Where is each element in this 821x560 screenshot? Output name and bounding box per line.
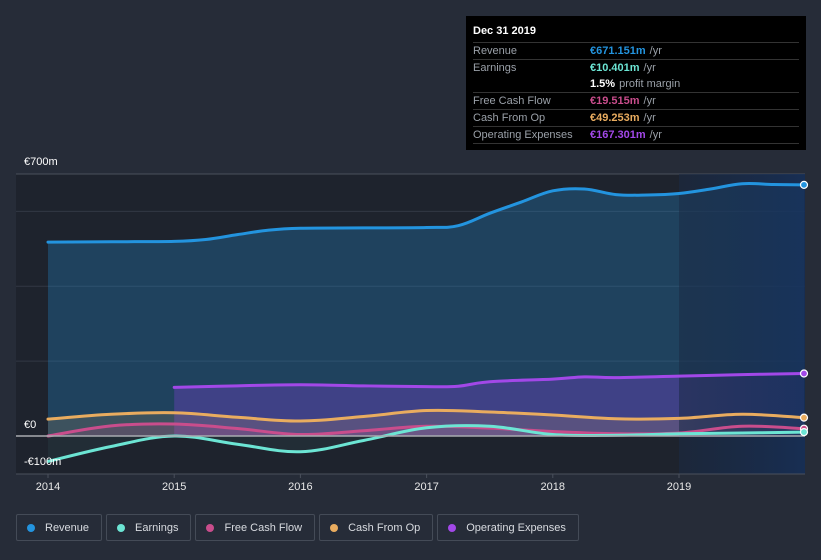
tooltip-row-cfo: Cash From Op €49.253m /yr: [473, 110, 799, 127]
tooltip-value: €10.401m: [590, 62, 640, 74]
tooltip-unit: profit margin: [619, 78, 681, 90]
earnings-dot-icon: [117, 523, 126, 532]
y-tick-label-bottom: -€100m: [24, 456, 62, 468]
x-tick-label: 2015: [161, 481, 187, 493]
tooltip-value: €671.151m: [590, 45, 646, 57]
legend-label: Operating Expenses: [466, 521, 566, 534]
tooltip-value: €19.515m: [590, 95, 640, 107]
legend-item-cash-from-op[interactable]: Cash From Op: [319, 514, 434, 541]
tooltip: Dec 31 2019 Revenue €671.151m /yr Earnin…: [466, 16, 806, 150]
free-cash-flow-dot-icon: [206, 523, 215, 532]
operating-expenses-dot-icon: [448, 523, 457, 532]
tooltip-label: Revenue: [473, 45, 518, 57]
tooltip-label: Free Cash Flow: [473, 95, 551, 107]
x-tick-label: 2018: [540, 481, 566, 493]
cash-from-op-dot-icon: [330, 523, 339, 532]
tooltip-row-revenue: Revenue €671.151m /yr: [473, 43, 799, 60]
tooltip-unit: /yr: [643, 95, 656, 107]
tooltip-unit: /yr: [649, 45, 662, 57]
legend-item-earnings[interactable]: Earnings: [106, 514, 192, 541]
legend-item-revenue[interactable]: Revenue: [16, 514, 103, 541]
tooltip-row-fcf: Free Cash Flow €19.515m /yr: [473, 93, 799, 110]
tooltip-value: €49.253m: [590, 112, 640, 124]
tooltip-row-opex: Operating Expenses €167.301m /yr: [473, 127, 799, 144]
x-tick-label: 2014: [35, 481, 61, 493]
legend-label: Free Cash Flow: [224, 521, 303, 534]
tooltip-value: €167.301m: [590, 129, 646, 141]
y-tick-label-zero: €0: [24, 419, 37, 431]
operating-expenses-end-point[interactable]: [799, 369, 809, 378]
tooltip-date: Dec 31 2019: [473, 24, 799, 43]
tooltip-label: [473, 76, 590, 92]
cash-from-op-end-point[interactable]: [799, 413, 809, 422]
tooltip-unit: /yr: [649, 129, 662, 141]
legend-label: Cash From Op: [348, 521, 421, 534]
tooltip-value: 1.5%: [590, 78, 616, 90]
tooltip-row-margin: 1.5% profit margin: [473, 76, 799, 93]
legend-label: Revenue: [45, 521, 90, 534]
x-tick-label: 2019: [666, 481, 692, 493]
tooltip-row-earnings: Earnings €10.401m /yr: [473, 60, 799, 76]
legend: Revenue Earnings Free Cash Flow Cash Fro…: [16, 514, 579, 541]
legend-item-operating-expenses[interactable]: Operating Expenses: [437, 514, 579, 541]
tooltip-unit: /yr: [643, 112, 656, 124]
revenue-dot-icon: [27, 523, 35, 532]
y-tick-label-top: €700m: [24, 156, 58, 168]
revenue-end-point[interactable]: [799, 180, 809, 189]
tooltip-unit: /yr: [643, 62, 656, 74]
tooltip-label: Operating Expenses: [473, 129, 573, 141]
tooltip-label: Cash From Op: [473, 112, 546, 124]
tooltip-label: Earnings: [473, 62, 517, 74]
legend-label: Earnings: [135, 521, 179, 534]
x-tick-label: 2017: [414, 481, 439, 493]
earnings-end-point[interactable]: [799, 428, 809, 437]
x-tick-label: 2016: [288, 481, 313, 493]
legend-item-free-cash-flow[interactable]: Free Cash Flow: [195, 514, 316, 541]
